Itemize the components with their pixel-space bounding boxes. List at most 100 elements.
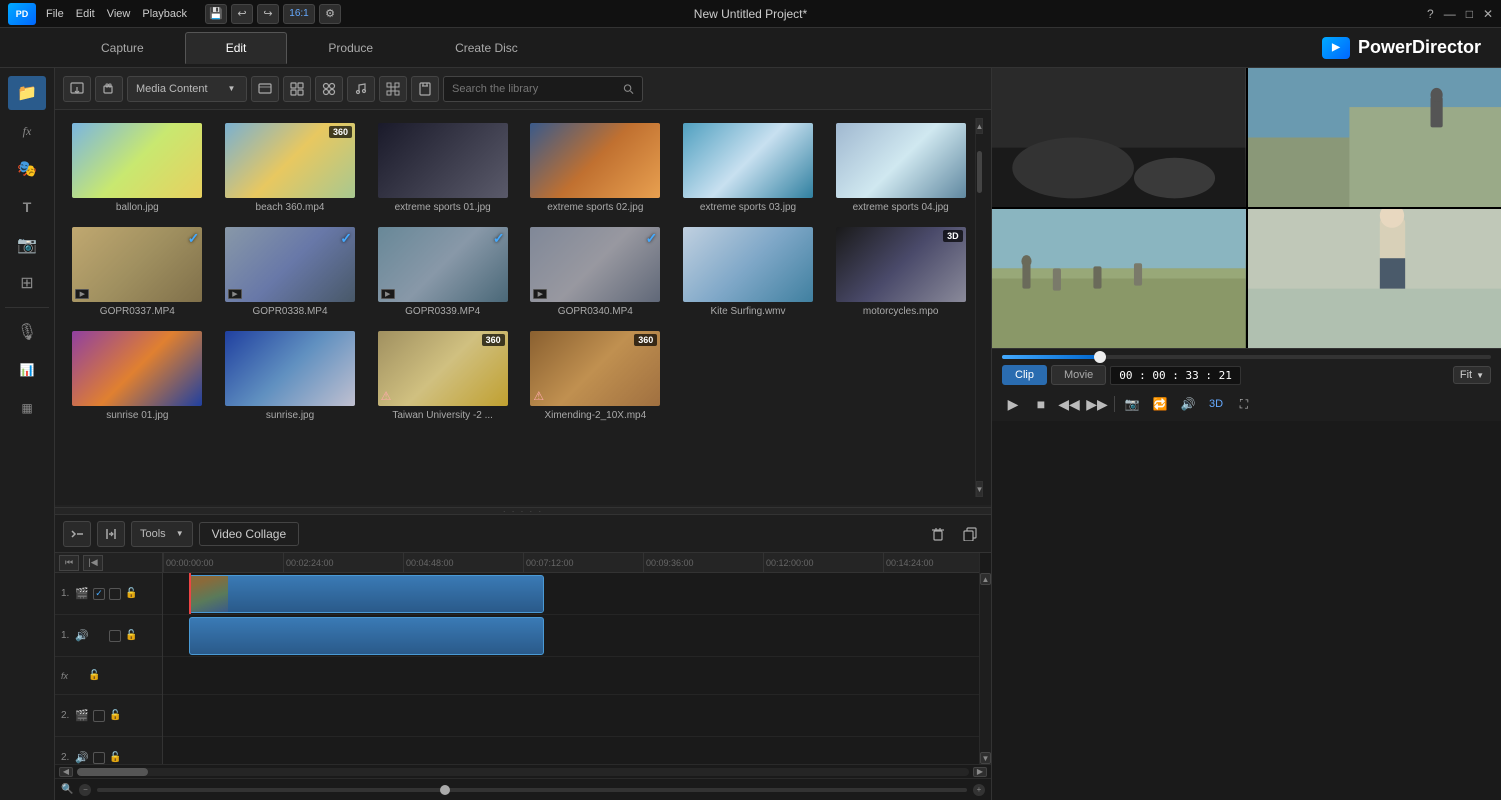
scroll-thumb[interactable] xyxy=(977,151,982,193)
track-2-video-lock[interactable]: 🔓 xyxy=(109,710,121,721)
music-button[interactable] xyxy=(347,76,375,102)
maximize-button[interactable]: □ xyxy=(1466,7,1473,21)
media-item-8[interactable]: ✓▶GOPR0339.MP4 xyxy=(368,222,517,322)
sidebar-item-title[interactable]: T xyxy=(8,190,46,224)
menu-view[interactable]: View xyxy=(107,8,131,20)
scroll-track[interactable] xyxy=(976,134,983,481)
hscroll-left-button[interactable]: ◀ xyxy=(59,767,73,777)
copy-button[interactable] xyxy=(957,521,983,547)
hscroll-right-button[interactable]: ▶ xyxy=(973,767,987,777)
remove-button[interactable] xyxy=(411,76,439,102)
settings-button[interactable]: ⚙ xyxy=(319,4,341,24)
menu-playback[interactable]: Playback xyxy=(142,8,187,20)
import-button[interactable] xyxy=(63,76,91,102)
vscroll-track[interactable] xyxy=(980,585,991,752)
sidebar-item-multicam[interactable]: ▦ xyxy=(8,391,46,425)
add-track-button[interactable] xyxy=(63,521,91,547)
media-item-12[interactable]: sunrise 01.jpg xyxy=(63,326,212,426)
snap-button[interactable] xyxy=(97,521,125,547)
menu-file[interactable]: File xyxy=(46,8,64,20)
hscroll-track[interactable] xyxy=(77,768,969,776)
track-1-video-lock[interactable]: 🔓 xyxy=(125,588,137,599)
zoom-out-icon[interactable]: 🔍 xyxy=(61,784,73,795)
hscroll-thumb[interactable] xyxy=(77,768,148,776)
track-1-audio-check[interactable] xyxy=(93,630,105,642)
prev-frame-button[interactable]: ◀◀ xyxy=(1058,393,1080,415)
search-input[interactable] xyxy=(452,83,619,95)
scroll-up-button[interactable]: ▲ xyxy=(976,118,983,134)
zoom-slider-thumb[interactable] xyxy=(440,785,450,795)
track-2-audio-check[interactable] xyxy=(93,752,105,764)
track-1-audio-lock[interactable]: 🔓 xyxy=(125,630,137,641)
set-start-button[interactable]: ⏮ xyxy=(59,555,79,571)
sidebar-item-capture[interactable]: 📷 xyxy=(8,228,46,262)
redo-button[interactable]: ↪ xyxy=(257,4,279,24)
sidebar-item-voiceover[interactable]: 🎙 xyxy=(8,315,46,349)
sidebar-item-pip[interactable]: ⊞ xyxy=(8,266,46,300)
view-mode-grid[interactable] xyxy=(283,76,311,102)
minimize-button[interactable]: — xyxy=(1444,7,1456,21)
movie-mode-button[interactable]: Movie xyxy=(1051,365,1106,385)
media-item-0[interactable]: ballon.jpg xyxy=(63,118,212,218)
tab-capture[interactable]: Capture xyxy=(60,32,185,64)
media-item-10[interactable]: Kite Surfing.wmv xyxy=(674,222,823,322)
zoom-minus-button[interactable]: − xyxy=(79,784,91,796)
volume-button[interactable]: 🔊 xyxy=(1177,393,1199,415)
sidebar-item-transitions[interactable]: 🎭 xyxy=(8,152,46,186)
stop-button[interactable]: ■ xyxy=(1030,393,1052,415)
track-1-video-check[interactable]: ✓ xyxy=(93,588,105,600)
track-2-audio-lock[interactable]: 🔓 xyxy=(109,752,121,763)
media-item-7[interactable]: ✓▶GOPR0338.MP4 xyxy=(216,222,365,322)
play-button[interactable]: ▶ xyxy=(1002,393,1024,415)
zoom-slider[interactable] xyxy=(97,788,967,792)
slider-thumb[interactable] xyxy=(1094,351,1106,363)
tools-dropdown[interactable]: Tools ▼ xyxy=(131,521,193,547)
media-item-13[interactable]: sunrise.jpg xyxy=(216,326,365,426)
fx-track-check[interactable] xyxy=(72,670,84,682)
zoom-plus-button[interactable]: + xyxy=(973,784,985,796)
tab-edit[interactable]: Edit xyxy=(185,32,288,64)
undo-button[interactable]: ↩ xyxy=(231,4,253,24)
detect-button[interactable] xyxy=(379,76,407,102)
media-item-2[interactable]: extreme sports 01.jpg xyxy=(368,118,517,218)
fit-dropdown[interactable]: Fit ▼ xyxy=(1453,366,1491,384)
vscroll-down[interactable]: ▼ xyxy=(980,752,991,764)
track-1-video-mute[interactable] xyxy=(109,588,121,600)
sidebar-item-slideshow[interactable]: 📊 xyxy=(8,353,46,387)
video-clip-1[interactable] xyxy=(189,575,544,613)
delete-clip-button[interactable] xyxy=(925,521,951,547)
media-item-14[interactable]: 360⚠Taiwan University -2 ... xyxy=(368,326,517,426)
sidebar-item-media[interactable]: 📁 xyxy=(8,76,46,110)
menu-edit[interactable]: Edit xyxy=(76,8,95,20)
plugin-button[interactable] xyxy=(95,76,123,102)
media-item-4[interactable]: extreme sports 03.jpg xyxy=(674,118,823,218)
media-item-3[interactable]: extreme sports 02.jpg xyxy=(521,118,670,218)
clip-mode-button[interactable]: Clip xyxy=(1002,365,1047,385)
audio-clip-1[interactable] xyxy=(189,617,544,655)
media-item-15[interactable]: 360⚠Ximending-2_10X.mp4 xyxy=(521,326,670,426)
goto-start-button[interactable]: |◀ xyxy=(83,555,103,571)
next-frame-button[interactable]: ▶▶ xyxy=(1086,393,1108,415)
vscroll-up[interactable]: ▲ xyxy=(980,573,991,585)
preview-progress-slider[interactable] xyxy=(1002,355,1491,359)
resize-handle[interactable]: · · · · · xyxy=(55,507,991,515)
loop-button[interactable]: 🔁 xyxy=(1149,393,1171,415)
scroll-down-button[interactable]: ▼ xyxy=(976,481,983,497)
fullscreen-button[interactable]: ⛶ xyxy=(1233,393,1255,415)
tab-produce[interactable]: Produce xyxy=(287,32,414,64)
media-item-5[interactable]: extreme sports 04.jpg xyxy=(826,118,975,218)
screenshot-button[interactable]: 📷 xyxy=(1121,393,1143,415)
media-item-1[interactable]: 360beach 360.mp4 xyxy=(216,118,365,218)
media-item-6[interactable]: ✓▶GOPR0337.MP4 xyxy=(63,222,212,322)
fx-track-lock[interactable]: 🔓 xyxy=(88,670,100,681)
view-mode-monitor[interactable] xyxy=(251,76,279,102)
media-item-11[interactable]: 3Dmotorcycles.mpo xyxy=(826,222,975,322)
3d-toggle[interactable]: 3D xyxy=(1205,393,1227,415)
track-2-video-check[interactable] xyxy=(93,710,105,722)
sort-button[interactable] xyxy=(315,76,343,102)
close-button[interactable]: ✕ xyxy=(1483,7,1493,21)
media-item-9[interactable]: ✓▶GOPR0340.MP4 xyxy=(521,222,670,322)
help-button[interactable]: ? xyxy=(1427,7,1434,21)
media-content-dropdown[interactable]: Media Content ▼ xyxy=(127,76,247,102)
tab-create-disc[interactable]: Create Disc xyxy=(414,32,559,64)
